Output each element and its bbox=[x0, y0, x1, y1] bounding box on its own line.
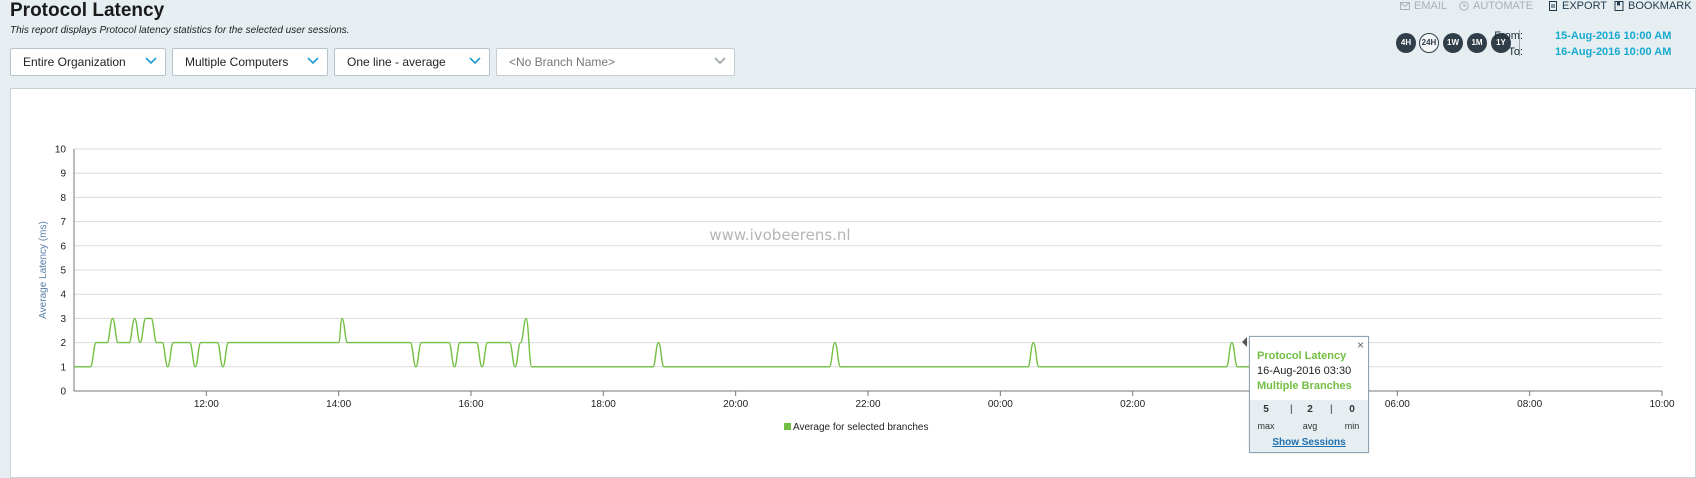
chart-panel: 0 1 2 3 4 5 6 7 8 9 10 12:00 14:00 16:00 18:00 20:00 22… bbox=[10, 88, 1696, 478]
y-tick-label: 8 bbox=[60, 193, 66, 204]
export-label: EXPORT bbox=[1562, 0, 1608, 12]
tooltip-max-label: max bbox=[1257, 421, 1275, 431]
envelope-icon bbox=[1400, 2, 1410, 10]
y-tick-label: 10 bbox=[55, 145, 67, 156]
clock-icon bbox=[1459, 1, 1469, 11]
tooltip-group: Multiple Branches bbox=[1257, 380, 1352, 392]
x-tick-label: 20:00 bbox=[723, 399, 748, 410]
y-tick-label: 7 bbox=[60, 217, 66, 228]
x-tick-label: 08:00 bbox=[1517, 399, 1542, 410]
tooltip-min-label: min bbox=[1344, 421, 1360, 431]
y-axis-label: Average Latency (ms) bbox=[38, 221, 49, 319]
display-mode-value: One line - average bbox=[347, 55, 446, 69]
period-24h-button[interactable]: 24H bbox=[1419, 33, 1439, 53]
show-sessions-link[interactable]: Show Sessions bbox=[1250, 437, 1368, 448]
chevron-down-icon bbox=[145, 57, 157, 65]
branch-dropdown[interactable]: <No Branch Name> bbox=[496, 48, 735, 76]
legend-label[interactable]: Average for selected branches bbox=[793, 422, 928, 433]
y-tick-label: 6 bbox=[60, 241, 66, 252]
chevron-down-icon bbox=[469, 57, 481, 65]
y-tick-label: 1 bbox=[60, 362, 66, 373]
y-tick-label: 4 bbox=[60, 290, 66, 301]
x-tick-label: 22:00 bbox=[855, 399, 880, 410]
email-button[interactable]: EMAIL bbox=[1400, 0, 1447, 12]
chart-grid bbox=[74, 148, 1662, 392]
tooltip-max-value: 5 bbox=[1263, 404, 1269, 415]
tooltip-pointer bbox=[1242, 337, 1247, 347]
tooltip-avg-value: 2 bbox=[1307, 404, 1313, 415]
from-date[interactable]: 15-Aug-2016 10:00 AM bbox=[1555, 30, 1671, 42]
page-subtitle: This report displays Protocol latency st… bbox=[10, 25, 350, 36]
y-tick-label: 0 bbox=[60, 387, 66, 398]
bookmark-icon bbox=[1614, 1, 1624, 11]
period-4h-button[interactable]: 4H bbox=[1396, 33, 1416, 53]
scope-dropdown[interactable]: Entire Organization bbox=[10, 48, 166, 76]
y-tick-label: 3 bbox=[60, 314, 66, 325]
period-1w-button[interactable]: 1W bbox=[1443, 33, 1463, 53]
x-tick-label: 06:00 bbox=[1385, 399, 1410, 410]
stat-divider: | bbox=[1330, 404, 1333, 415]
bookmark-label: BOOKMARK bbox=[1628, 0, 1692, 12]
close-icon[interactable]: × bbox=[1357, 338, 1364, 352]
stat-divider: | bbox=[1290, 404, 1293, 415]
legend-swatch bbox=[784, 423, 791, 430]
export-button[interactable]: EXPORT bbox=[1548, 0, 1607, 12]
x-axis: 12:00 14:00 16:00 18:00 20:00 22:00 00:00 02:00… bbox=[194, 391, 1675, 410]
computers-value: Multiple Computers bbox=[185, 55, 289, 69]
automate-label: AUTOMATE bbox=[1473, 0, 1534, 12]
page-title: Protocol Latency bbox=[10, 0, 165, 21]
y-axis: 0 1 2 3 4 5 6 7 8 9 10 bbox=[55, 145, 75, 398]
x-tick-label: 16:00 bbox=[458, 399, 483, 410]
watermark: www.ivobeerens.nl bbox=[709, 226, 850, 244]
computers-dropdown[interactable]: Multiple Computers bbox=[172, 48, 328, 76]
chevron-down-icon bbox=[714, 57, 726, 65]
x-tick-label: 02:00 bbox=[1120, 399, 1145, 410]
x-tick-label: 14:00 bbox=[326, 399, 351, 410]
latency-chart: 012345678910 12:00 14:00 16:00 18:00 20:00 22… bbox=[38, 145, 1675, 434]
x-tick-label: 18:00 bbox=[591, 399, 616, 410]
x-tick-label: 12:00 bbox=[194, 399, 219, 410]
y-tick-label: 2 bbox=[60, 338, 66, 349]
tooltip-timestamp: 16-Aug-2016 03:30 bbox=[1257, 365, 1352, 377]
automate-button[interactable]: AUTOMATE bbox=[1459, 0, 1533, 12]
data-tooltip: × Protocol Latency 16-Aug-2016 03:30 Mul… bbox=[1242, 336, 1369, 453]
email-label: EMAIL bbox=[1414, 0, 1448, 12]
export-icon bbox=[1549, 1, 1557, 11]
tooltip-min-value: 0 bbox=[1349, 404, 1355, 415]
display-mode-dropdown[interactable]: One line - average bbox=[334, 48, 490, 76]
x-tick-label: 10:00 bbox=[1649, 399, 1674, 410]
bookmark-button[interactable]: BOOKMARK bbox=[1614, 0, 1692, 12]
from-label: From: bbox=[1494, 30, 1523, 42]
to-label: To: bbox=[1508, 46, 1523, 58]
y-tick-label: 5 bbox=[60, 266, 66, 277]
chevron-down-icon bbox=[307, 57, 319, 65]
branch-value: <No Branch Name> bbox=[509, 55, 616, 69]
scope-value: Entire Organization bbox=[23, 55, 126, 69]
tooltip-avg-label: avg bbox=[1302, 421, 1318, 431]
x-tick-label: 00:00 bbox=[988, 399, 1013, 410]
y-tick-label: 9 bbox=[60, 169, 66, 180]
tooltip-stats: 5 | 2 | 0 max avg min Show Sessions bbox=[1250, 400, 1368, 452]
tooltip-series: Protocol Latency bbox=[1257, 350, 1347, 362]
to-date[interactable]: 16-Aug-2016 10:00 AM bbox=[1555, 46, 1671, 58]
